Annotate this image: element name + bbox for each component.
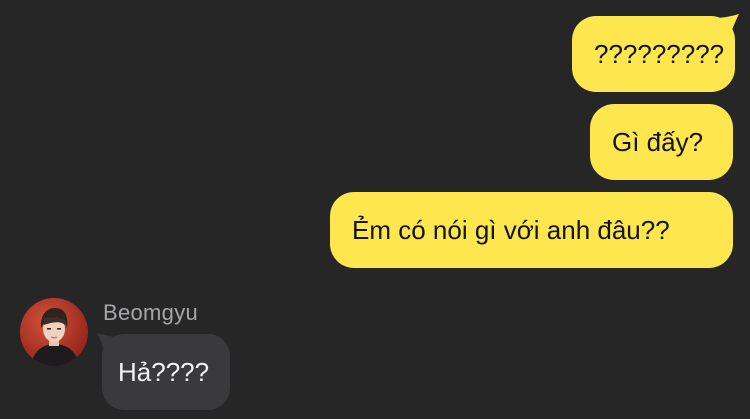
incoming-message[interactable]: Hả???? xyxy=(102,334,230,410)
avatar[interactable] xyxy=(20,298,88,366)
avatar-image xyxy=(20,298,88,366)
sender-name: Beomgyu xyxy=(103,300,199,325)
outgoing-message[interactable]: ????????? xyxy=(572,16,735,92)
outgoing-message[interactable]: Ẻm có nói gì với anh đâu?? xyxy=(330,192,733,268)
outgoing-message[interactable]: Gì đấy? xyxy=(590,104,733,180)
chat-view: ????????? Gì đấy? Ẻm có nói gì với anh đ… xyxy=(0,0,750,419)
